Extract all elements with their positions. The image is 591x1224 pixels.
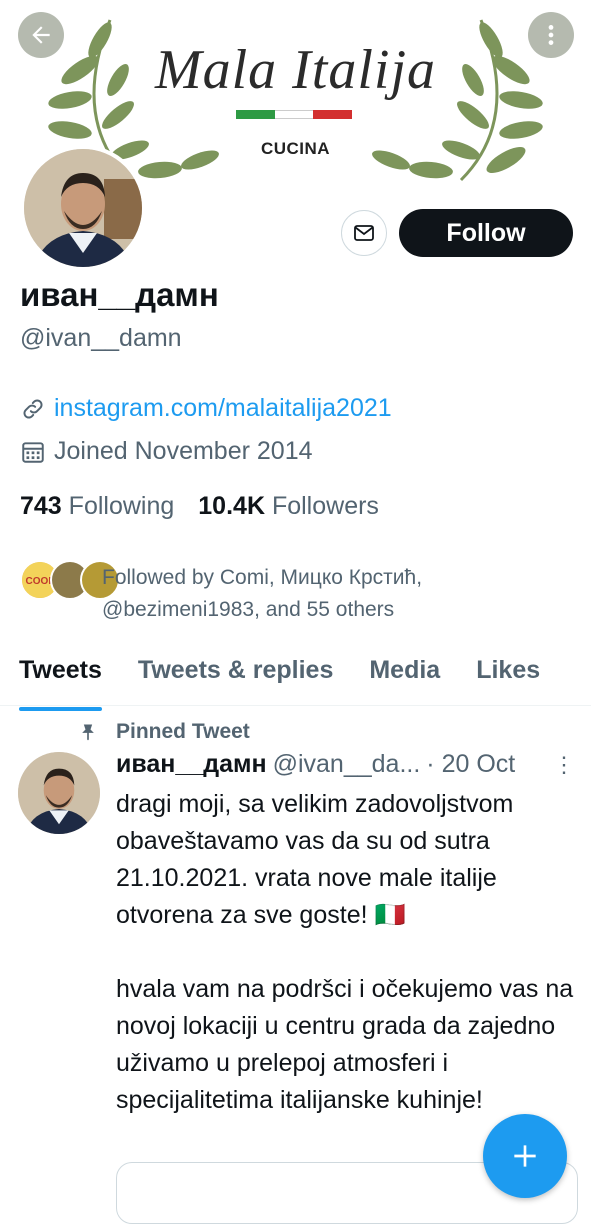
avatar-image: [24, 149, 142, 267]
link-icon: [23, 399, 43, 418]
profile-tabs: Tweets Tweets & replies Media Likes: [0, 648, 591, 711]
back-button[interactable]: [18, 12, 64, 58]
plus-icon: [514, 1145, 536, 1167]
envelope-icon: [354, 225, 374, 241]
tweet-text: dragi moji, sa velikim zadovoljstvom oba…: [116, 790, 574, 1114]
compose-tweet-button[interactable]: [483, 1114, 567, 1198]
followers-stat[interactable]: 10.4K Followers: [198, 492, 379, 521]
pinned-indicator: Pinned Tweet: [78, 720, 250, 744]
more-options-button[interactable]: [528, 12, 574, 58]
followed-by-text[interactable]: Followed by Comi, Мицко Крстић, @bezimen…: [102, 562, 572, 626]
followers-count: 10.4K: [198, 492, 265, 520]
message-button[interactable]: [341, 210, 387, 256]
avatar-image: [18, 752, 100, 834]
tweet-more-icon[interactable]: ⋮: [553, 752, 575, 778]
tab-media[interactable]: Media: [369, 648, 440, 705]
profile-avatar[interactable]: [20, 145, 146, 271]
banner-brand-title: Mala Italija: [154, 39, 437, 101]
followed-by-line1: Followed by Comi, Мицко Крстић,: [102, 566, 423, 589]
display-name: иван__дамн: [20, 276, 219, 313]
website-link[interactable]: instagram.com/malaitalija2021: [54, 394, 392, 423]
following-stat[interactable]: 743 Following: [20, 492, 174, 521]
tweet-header: иван__дамн @ivan__da... · 20 Oct: [116, 750, 515, 779]
tab-likes[interactable]: Likes: [476, 648, 540, 705]
pin-icon: [82, 724, 94, 741]
user-handle: @ivan__damn: [20, 324, 182, 352]
followed-by-line2: @bezimeni1983, and 55 others: [102, 598, 395, 621]
follow-button[interactable]: Follow: [399, 209, 573, 257]
more-vertical-icon: [548, 25, 554, 45]
following-label: Following: [68, 492, 175, 520]
arrow-left-icon: [32, 26, 50, 44]
tab-tweets-replies[interactable]: Tweets & replies: [138, 648, 333, 705]
followers-label: Followers: [271, 492, 379, 520]
tweet-author-name[interactable]: иван__дамн: [116, 750, 267, 779]
joined-date: Joined November 2014: [54, 437, 313, 465]
website-row: instagram.com/malaitalija2021: [20, 394, 392, 423]
follow-stats: 743 Following 10.4K Followers: [20, 492, 379, 521]
tweet-author-handle: @ivan__da...: [272, 750, 421, 778]
calendar-icon: [22, 441, 44, 463]
joined-row: Joined November 2014: [20, 437, 313, 466]
following-count: 743: [20, 492, 62, 520]
tweet-author-avatar[interactable]: [18, 752, 100, 834]
tab-tweets[interactable]: Tweets: [19, 648, 102, 711]
italian-flag-stripe: [236, 110, 353, 119]
tweet-date[interactable]: · 20 Oct: [426, 750, 515, 779]
pinned-label: Pinned Tweet: [116, 720, 250, 743]
